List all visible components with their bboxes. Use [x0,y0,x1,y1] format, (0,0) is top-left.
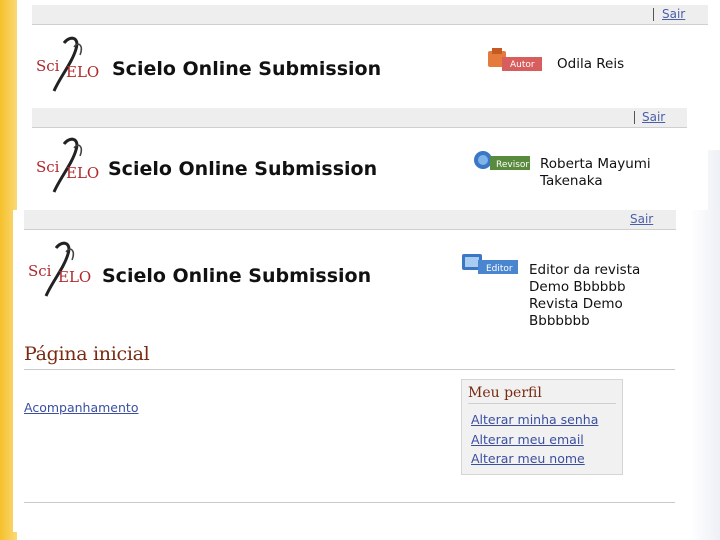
svg-text:Editor: Editor [486,264,513,274]
reviewer-profile-icon: Revisor [474,151,530,170]
user-role: Editor da revista Demo Bbbbbb Revista De… [529,262,640,330]
journal-line2: Bbbbbbb [529,313,590,329]
user-name-line2: Takenaka [540,173,603,189]
app-title: Scielo Online Submission [102,265,372,287]
profile-box-divider [468,403,616,404]
logout-link[interactable]: Sair [662,7,685,21]
author-profile-icon: Autor [488,48,542,71]
heading-divider [24,369,675,370]
separator [634,111,635,124]
scielo-logo: Sci ELO [36,36,99,92]
profile-box-title: Meu perfil [468,385,542,401]
change-name-link[interactable]: Alterar meu nome [471,451,585,466]
role-line2: Demo Bbbbbb [529,279,626,295]
top-bar: Sair [24,210,676,230]
user-name: Roberta Mayumi Takenaka [540,156,651,190]
logout-link[interactable]: Sair [642,110,665,124]
user-name: Odila Reis [557,56,625,72]
editor-profile-icon: Editor [462,254,518,274]
scielo-logo: Sci ELO [28,241,91,297]
app-title: Scielo Online Submission [112,58,382,80]
role-line1: Editor da revista [529,262,641,278]
top-bar: Sair [32,108,687,128]
scielo-logo: Sci ELO [36,137,99,193]
profile-link-item: Alterar meu nome [471,448,598,468]
top-bar: Sair [32,5,708,25]
svg-text:ELO: ELO [66,164,99,182]
profile-links: Alterar minha senha Alterar meu email Al… [471,409,598,468]
svg-text:ELO: ELO [66,63,99,81]
profile-link-item: Alterar meu email [471,429,598,449]
tracking-link[interactable]: Acompanhamento [24,400,138,415]
svg-text:Autor: Autor [510,60,535,70]
header-author: Sair Sci ELO Scielo Online Submission Au… [32,5,708,107]
app-title: Scielo Online Submission [108,158,378,180]
logout-link[interactable]: Sair [630,212,653,226]
separator [653,8,654,21]
change-password-link[interactable]: Alterar minha senha [471,412,598,427]
svg-text:Sci: Sci [28,262,52,280]
svg-text:Revisor: Revisor [496,160,529,170]
change-email-link[interactable]: Alterar meu email [471,432,584,447]
profile-box: Meu perfil Alterar minha senha Alterar m… [461,379,623,475]
editor-page: Sair Sci ELO Scielo Online Submission Ed… [13,210,688,532]
page-title: Página inicial [24,343,150,365]
svg-text:Sci: Sci [36,158,60,176]
header-reviewer: Sair Sci ELO Scielo Online Submission Re… [32,108,708,210]
svg-text:Sci: Sci [36,57,60,75]
user-name-line1: Roberta Mayumi [540,156,651,172]
journal-line1: Revista Demo [529,296,623,312]
footer-divider [24,502,675,503]
svg-text:ELO: ELO [58,268,91,286]
profile-link-item: Alterar minha senha [471,409,598,429]
